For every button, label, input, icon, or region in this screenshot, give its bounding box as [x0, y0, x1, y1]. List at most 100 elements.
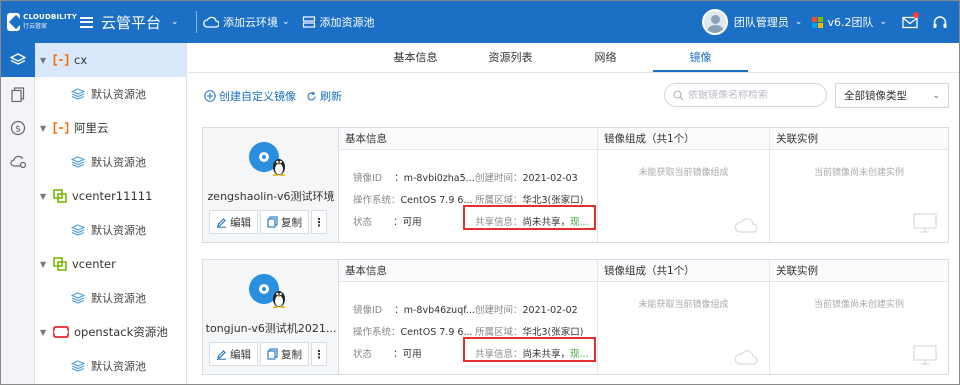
image-search-box[interactable] [664, 83, 827, 107]
field-label: 操作系统： [353, 327, 401, 338]
copy-image-button[interactable]: 复制 [260, 210, 309, 234]
column-header: 镜像组成（共1个） [598, 128, 769, 150]
cloud-bracket-icon [53, 54, 69, 66]
empty-cloud-icon [734, 350, 758, 365]
status-value: ：可用 [393, 349, 422, 360]
copy-label: 复制 [281, 216, 302, 229]
tree-node-resource-pool[interactable]: 默认资源池 [35, 349, 186, 383]
user-avatar[interactable] [701, 9, 728, 35]
resource-pool-icon [71, 224, 85, 236]
more-actions-button[interactable]: ⋮ [311, 342, 327, 366]
team-name[interactable]: v6.2团队 [827, 14, 873, 30]
tree-node-cloud[interactable]: ▼ openstack资源池 [35, 315, 186, 349]
user-name[interactable]: 团队管理员 [734, 14, 789, 30]
tree-child-label: 默认资源池 [91, 88, 146, 101]
cloud-icon [203, 16, 219, 28]
caret-down-icon[interactable]: ▼ [40, 260, 48, 269]
tree-child-label: 默认资源池 [91, 292, 146, 305]
copy-image-button[interactable]: 复制 [260, 342, 309, 366]
tree-child-label: 默认资源池 [91, 224, 146, 237]
logo[interactable]: CLOUDBILITY 行云管家 [1, 1, 77, 43]
resource-pool-icon [71, 360, 85, 372]
basic-info-column: 基本信息 镜像ID ：m-8vbi0zha5... 创建时间：2021-02-0… [339, 128, 598, 242]
chevron-down-icon: ⌄ [282, 17, 290, 27]
os-row: 操作系统：CentOS 7.9 6... [353, 324, 473, 338]
edit-image-button[interactable]: 编辑 [209, 210, 258, 234]
chevron-down-icon[interactable]: ⌄ [795, 17, 803, 27]
linux-tux-icon [273, 291, 285, 308]
composition-column: 镜像组成（共1个） 未能获取当前镜像组成 [598, 260, 770, 374]
image-type-select-value: 全部镜像类型 [844, 90, 907, 102]
rail-item-billing[interactable]: $ [1, 111, 35, 145]
resource-pool-icon [302, 16, 315, 28]
copy-icon [267, 348, 278, 360]
caret-down-icon[interactable]: ▼ [40, 124, 48, 133]
image-search-input[interactable] [688, 89, 818, 101]
image-name: tongjun-v6测试机2021... [205, 322, 337, 335]
tree-child-label: 默认资源池 [91, 156, 146, 169]
empty-monitor-icon [913, 213, 937, 233]
tree-node-cloud[interactable]: ▼ vcenter [35, 247, 186, 281]
dollar-circle-icon: $ [10, 120, 26, 136]
tree-node-cloud[interactable]: ▼ 阿里云 [35, 111, 186, 145]
resource-pool-icon [71, 156, 85, 168]
empty-instances-text: 当前镜像尚未创建实例 [813, 300, 904, 310]
status-value: ：可用 [393, 217, 422, 228]
tab-basic-info[interactable]: 基本信息 [368, 43, 463, 72]
vmware-icon [53, 189, 67, 203]
created-row: 创建时间：2021-02-02 [475, 302, 578, 316]
copy-label: 复制 [281, 348, 302, 361]
tree-node-resource-pool[interactable]: 默认资源池 [35, 145, 186, 179]
edit-image-button[interactable]: 编辑 [209, 342, 258, 366]
tree-node-label: vcenter [72, 257, 116, 271]
tree-node-resource-pool[interactable]: 默认资源池 [35, 213, 186, 247]
empty-cloud-icon [734, 218, 758, 233]
rail-item-resources[interactable] [1, 43, 35, 77]
divider [196, 11, 197, 33]
tab-network[interactable]: 网络 [558, 43, 653, 72]
menu-toggle-button[interactable] [77, 1, 95, 43]
resource-pool-icon [71, 292, 85, 304]
column-header: 关联实例 [770, 128, 948, 150]
app-switcher[interactable]: 云管平台 ⌄ [95, 12, 190, 33]
tree-node-resource-pool[interactable]: 默认资源池 [35, 281, 186, 315]
image-type-select[interactable]: 全部镜像类型 ⌄ [835, 83, 949, 108]
messages-button[interactable] [895, 1, 925, 43]
toolbar: 创建自定义镜像 刷新 全部镜像类型 ⌄ [188, 73, 959, 119]
tree-node-resource-pool[interactable]: 默认资源池 [35, 77, 186, 111]
add-resource-pool-label: 添加资源池 [319, 16, 375, 29]
image-id-value: ：m-8vb46zuqf... [394, 305, 475, 316]
tree-node-cloud[interactable]: ▼ vcenter11111 [35, 179, 186, 213]
caret-down-icon[interactable]: ▼ [40, 56, 48, 65]
caret-down-icon[interactable]: ▼ [40, 192, 48, 201]
tab-bar: 基本信息 资源列表 网络 镜像 [188, 43, 959, 73]
notification-dot [913, 12, 919, 18]
edit-label: 编辑 [230, 216, 251, 229]
more-actions-button[interactable]: ⋮ [311, 210, 327, 234]
chevron-down-icon[interactable]: ⌄ [879, 17, 887, 27]
support-button[interactable] [925, 1, 955, 43]
highlight-box [463, 205, 596, 230]
os-value: CentOS 7.9 6... [400, 195, 473, 206]
basic-info-column: 基本信息 镜像ID ：m-8vb46zuqf... 创建时间：2021-02-0… [339, 260, 598, 374]
refresh-button[interactable]: 刷新 [306, 88, 342, 104]
field-label: 状态 [353, 349, 373, 360]
tree-node-cloud[interactable]: ▼ cx [35, 43, 186, 77]
top-bar: CLOUDBILITY 行云管家 云管平台 ⌄ 添加云环境 ⌄ 添加资源池 团队… [1, 1, 959, 43]
refresh-icon [307, 91, 316, 100]
empty-instances-text: 当前镜像尚未创建实例 [813, 168, 904, 178]
add-resource-pool-button[interactable]: 添加资源池 [302, 14, 375, 30]
rail-item-cloud-settings[interactable] [1, 145, 35, 179]
refresh-label: 刷新 [320, 90, 342, 103]
tab-resource-list[interactable]: 资源列表 [463, 43, 558, 72]
caret-down-icon[interactable]: ▼ [40, 328, 48, 337]
composition-column: 镜像组成（共1个） 未能获取当前镜像组成 [598, 128, 770, 242]
add-cloud-env-button[interactable]: 添加云环境 ⌄ [203, 14, 290, 30]
chevron-down-icon: ⌄ [932, 90, 940, 101]
tab-images[interactable]: 镜像 [653, 43, 748, 72]
image-card: zengshaolin-v6测试环境 编辑 复制 ⋮ 基本信息 镜像ID ：m-… [202, 127, 949, 243]
created-value: 2021-02-03 [522, 173, 578, 184]
highlight-box [463, 337, 596, 362]
create-custom-image-button[interactable]: 创建自定义镜像 [204, 88, 296, 104]
rail-item-documents[interactable] [1, 77, 35, 111]
